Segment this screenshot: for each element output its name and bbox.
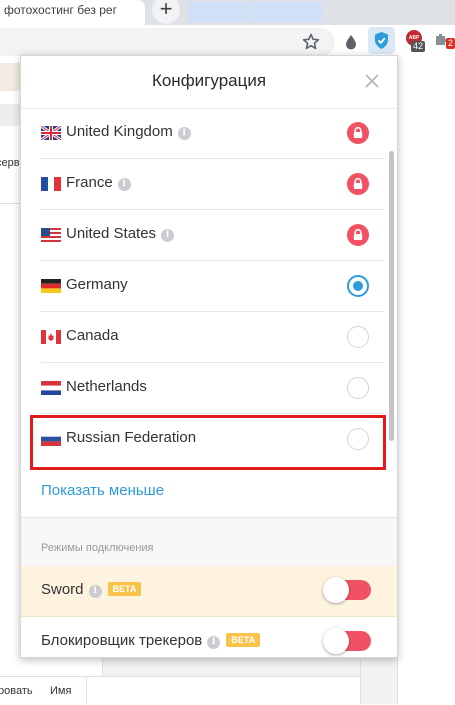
active-tab[interactable]: фотохостинг без рег — [0, 0, 145, 25]
tracker-blocker-toggle[interactable] — [323, 628, 371, 654]
connection-modes-heading: Режимы подключения — [41, 542, 154, 554]
toggle-knob — [323, 577, 349, 603]
lock-status[interactable] — [347, 173, 369, 195]
background-name-column[interactable]: Имя — [50, 685, 71, 697]
vpn-config-popup: Конфигурация United Kingdom i France i U… — [20, 55, 398, 658]
sword-toggle[interactable] — [323, 577, 371, 603]
country-name: Canada — [66, 327, 119, 344]
country-row-united-kingdom[interactable]: United Kingdom i — [41, 108, 384, 159]
netherlands-flag-icon — [41, 381, 61, 395]
info-icon[interactable]: i — [88, 585, 102, 598]
lock-status[interactable] — [347, 224, 369, 246]
server-radio[interactable] — [347, 377, 369, 399]
background-text: серв — [0, 157, 20, 169]
vpn-extension-button[interactable] — [368, 27, 395, 54]
lock-icon — [353, 228, 363, 240]
close-icon[interactable] — [361, 70, 383, 92]
radio-checked-icon — [347, 275, 369, 297]
info-icon[interactable]: i — [117, 178, 131, 191]
background-sort-text[interactable]: ровать — [0, 685, 33, 697]
info-icon[interactable]: i — [207, 636, 221, 649]
background-right-panel — [397, 58, 455, 704]
country-row-united-states[interactable]: United States i — [41, 210, 384, 261]
beta-badge: BETA — [107, 582, 142, 596]
popup-header: Конфигурация — [21, 56, 397, 109]
show-less-link[interactable]: Показать меньше — [41, 482, 164, 499]
uk-flag-icon — [41, 126, 61, 140]
address-bar[interactable] — [0, 28, 335, 56]
drop-icon[interactable] — [344, 34, 358, 50]
highlight-box — [30, 415, 386, 470]
extension-badge: 2 — [446, 38, 455, 49]
mode-row-tracker-blocker: Блокировщик трекеров i BETA — [21, 617, 397, 657]
scrollbar-thumb[interactable] — [389, 151, 394, 441]
country-row-canada[interactable]: Canada — [41, 312, 384, 363]
mode-name: Sword — [41, 581, 84, 598]
browser-toolbar: ABP 42 2 — [0, 25, 455, 58]
us-flag-icon — [41, 228, 61, 242]
country-name: United States — [66, 225, 157, 242]
country-name: Germany — [66, 276, 128, 293]
lock-icon — [353, 126, 363, 138]
server-radio[interactable] — [347, 326, 369, 348]
background-tab[interactable] — [252, 2, 322, 22]
country-row-netherlands[interactable]: Netherlands — [41, 363, 384, 414]
shield-icon — [375, 32, 388, 49]
background-divider — [86, 676, 87, 704]
beta-badge: BETA — [226, 633, 261, 647]
toggle-knob — [323, 628, 349, 654]
country-row-france[interactable]: France i — [41, 159, 384, 210]
mode-row-sword: Sword i BETA — [21, 566, 397, 617]
radio-unchecked-icon — [347, 377, 369, 399]
adblock-count-badge: 42 — [411, 41, 426, 52]
mode-name: Блокировщик трекеров — [41, 632, 203, 649]
adblock-extension-button[interactable]: ABP 42 — [406, 30, 426, 52]
country-name: United Kingdom — [66, 123, 173, 140]
tab-strip: фотохостинг без рег + — [0, 0, 455, 25]
active-tab-title: фотохостинг без рег — [4, 3, 117, 17]
country-row-germany[interactable]: Germany — [41, 261, 384, 312]
background-tab[interactable] — [188, 2, 250, 22]
lock-icon — [353, 177, 363, 189]
info-icon[interactable]: i — [161, 229, 175, 242]
info-icon[interactable]: i — [177, 127, 191, 140]
lock-status[interactable] — [347, 122, 369, 144]
germany-flag-icon — [41, 279, 61, 293]
canada-flag-icon — [41, 330, 61, 344]
france-flag-icon — [41, 177, 61, 191]
country-name: France — [66, 174, 113, 191]
popup-title: Конфигурация — [151, 71, 267, 90]
star-icon[interactable] — [302, 33, 320, 51]
country-name: Netherlands — [66, 378, 147, 395]
new-tab-button[interactable]: + — [152, 0, 180, 24]
background-divider — [360, 660, 361, 704]
radio-unchecked-icon — [347, 326, 369, 348]
server-radio-selected[interactable] — [347, 275, 369, 297]
